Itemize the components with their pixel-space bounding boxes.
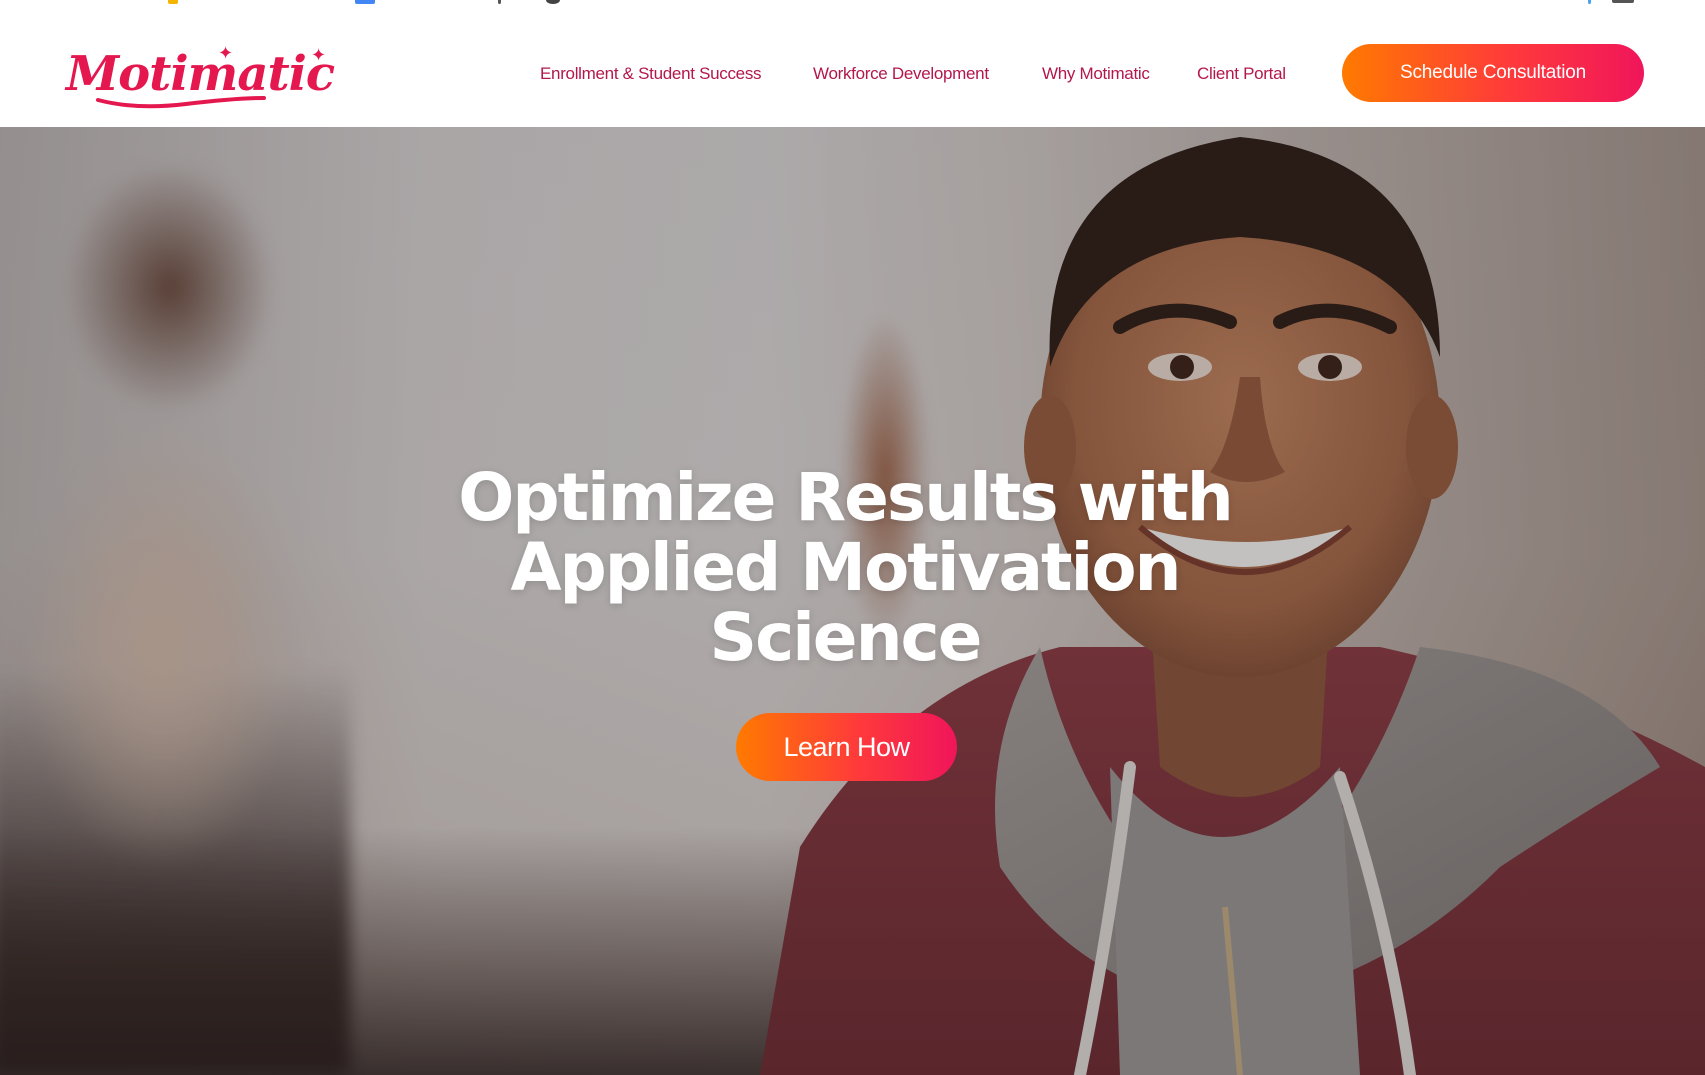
nav-item-enrollment[interactable]: Enrollment & Student Success: [540, 58, 762, 90]
schedule-consultation-button[interactable]: Schedule Consultation: [1342, 44, 1644, 102]
learn-how-button[interactable]: Learn How: [736, 713, 957, 781]
bookmark-icon[interactable]: [498, 0, 501, 4]
logo-wordmark: Motimatic: [66, 46, 335, 102]
site-header: Motimatic ✦ ✦ Enrollment & Student Succe…: [0, 8, 1705, 127]
bookmark-icon[interactable]: [168, 0, 178, 4]
nav-item-workforce[interactable]: Workforce Development: [813, 58, 989, 90]
page: Motimatic ✦ ✦ Enrollment & Student Succe…: [0, 0, 1705, 1075]
sparkle-icon: ✦: [311, 45, 327, 65]
hero-title: Optimize Results with Applied Motivation…: [458, 459, 1234, 676]
hero-content: Optimize Results with Applied Motivation…: [0, 127, 1705, 1075]
bookmark-icon[interactable]: [1612, 0, 1634, 3]
bookmark-icon[interactable]: [355, 0, 375, 4]
logo-swoosh-icon: [96, 96, 266, 109]
site-logo[interactable]: Motimatic ✦ ✦: [66, 43, 335, 114]
bookmarks-bar-remnant: [0, 0, 1705, 8]
nav-item-why-motimatic[interactable]: Why Motimatic: [1042, 58, 1150, 90]
bookmark-icon[interactable]: [546, 0, 560, 4]
hero-section: Optimize Results with Applied Motivation…: [0, 127, 1705, 1075]
nav-item-client-portal[interactable]: Client Portal: [1197, 58, 1286, 90]
sparkle-icon: ✦: [218, 43, 234, 63]
bookmark-icon[interactable]: [1588, 0, 1591, 4]
